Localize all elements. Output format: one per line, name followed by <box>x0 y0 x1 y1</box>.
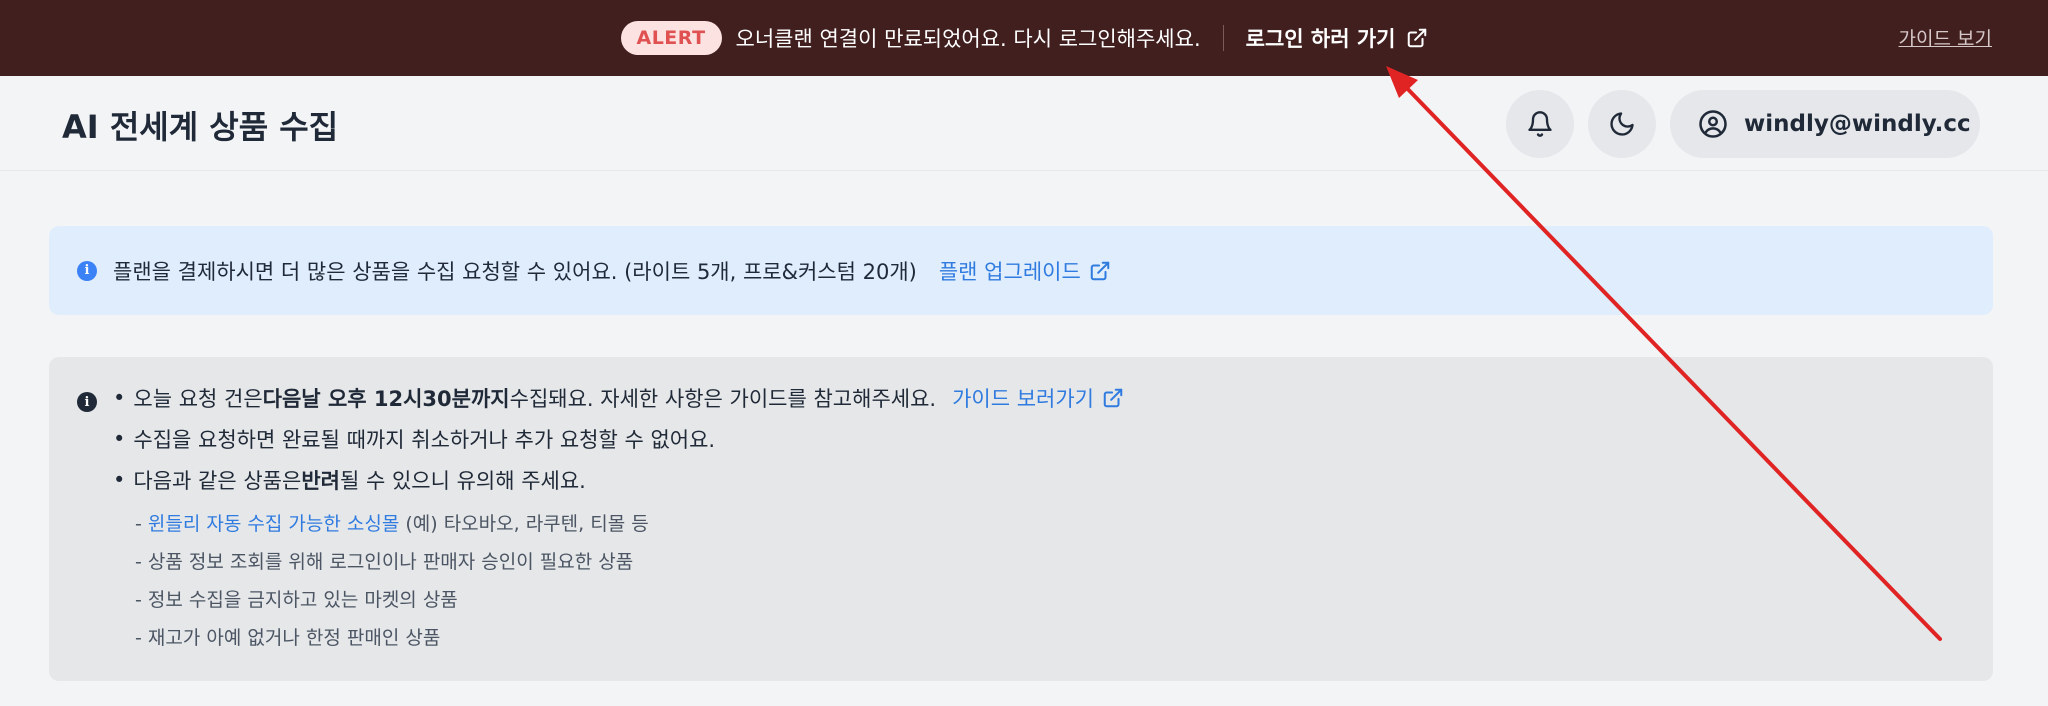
notice-bullet-schedule: • 오늘 요청 건은 다음날 오후 12시30분까지 수집돼요. 자세한 사항은… <box>113 383 1124 413</box>
guide-view-label: 가이드 보러가기 <box>952 387 1094 411</box>
bullet-bold-text: 다음날 오후 12시30분까지 <box>262 387 510 411</box>
guide-link[interactable]: 가이드 보기 <box>1899 24 1992 51</box>
login-link[interactable]: 로그인 하러 가기 <box>1246 23 1428 53</box>
plan-upgrade-label: 플랜 업그레이드 <box>938 259 1081 284</box>
external-link-icon <box>1103 388 1123 408</box>
sourcing-mall-link[interactable]: 윈들리 자동 수집 가능한 소싱몰 <box>148 513 399 535</box>
bullet-text: 수집돼요. 자세한 사항은 가이드를 참고해주세요. <box>509 387 937 411</box>
info-icon: i <box>77 260 97 281</box>
page-header: AI 전세계 상품 수집 windly@windly.cc <box>0 76 2048 171</box>
user-circle-icon <box>1699 110 1727 138</box>
alert-message: 오너클랜 연결이 만료되었어요. 다시 로그인해주세요. <box>735 27 1201 51</box>
external-link-icon <box>1407 28 1426 48</box>
plan-upgrade-link[interactable]: 플랜 업그레이드 <box>939 256 1111 286</box>
bullet-text: 될 수 있으니 유의해 주세요. <box>339 469 586 493</box>
reject-item-login: - 상품 정보 조회를 위해 로그인이나 판매자 승인이 필요한 상품 <box>135 551 634 573</box>
guide-view-link[interactable]: 가이드 보러가기 <box>952 383 1124 413</box>
sub-dash: - <box>135 513 148 535</box>
collection-notice: i • 오늘 요청 건은 다음날 오후 12시30분까지 수집돼요. 자세한 사… <box>49 357 1993 681</box>
reject-item-market: - 정보 수집을 금지하고 있는 마켓의 상품 <box>135 589 458 611</box>
alert-divider <box>1222 25 1224 51</box>
bullet-bold-text: 반려 <box>301 469 340 493</box>
info-icon: i <box>77 392 97 412</box>
alert-content: ALERT 오너클랜 연결이 만료되었어요. 다시 로그인해주세요. 로그인 하… <box>620 21 1428 55</box>
dark-mode-toggle[interactable] <box>1588 90 1656 158</box>
reject-item-stock: - 재고가 아예 없거나 한정 판매인 상품 <box>135 627 441 649</box>
bell-icon <box>1528 111 1552 137</box>
alert-banner: ALERT 오너클랜 연결이 만료되었어요. 다시 로그인해주세요. 로그인 하… <box>0 0 2048 76</box>
page-title: AI 전세계 상품 수집 <box>62 108 339 146</box>
alert-badge: ALERT <box>620 21 722 55</box>
notifications-button[interactable] <box>1506 90 1574 158</box>
user-email: windly@windly.cc <box>1744 111 1971 137</box>
user-account-button[interactable]: windly@windly.cc <box>1670 90 1980 158</box>
sub-text: (예) 타오바오, 라쿠텐, 티몰 등 <box>399 513 649 535</box>
login-link-label: 로그인 하러 가기 <box>1245 27 1396 51</box>
notice-bullet-cancel: • 수집을 요청하면 완료될 때까지 취소하거나 추가 요청할 수 없어요. <box>113 424 715 454</box>
notice-bullet-reject: • 다음과 같은 상품은 반려 될 수 있으니 유의해 주세요. <box>113 465 586 495</box>
reject-item-sourcing-mall: - 윈들리 자동 수집 가능한 소싱몰 (예) 타오바오, 라쿠텐, 티몰 등 <box>135 509 649 536</box>
bullet-text: 다음과 같은 상품은 <box>133 469 302 493</box>
plan-notice: i 플랜을 결제하시면 더 많은 상품을 수집 요청할 수 있어요. (라이트 … <box>49 226 1993 315</box>
plan-notice-text: 플랜을 결제하시면 더 많은 상품을 수집 요청할 수 있어요. (라이트 5개… <box>113 259 917 284</box>
external-link-icon <box>1090 261 1110 280</box>
bullet-text: 수집을 요청하면 완료될 때까지 취소하거나 추가 요청할 수 없어요. <box>133 428 716 452</box>
bullet-text: 오늘 요청 건은 <box>133 387 263 411</box>
moon-icon <box>1610 112 1634 136</box>
